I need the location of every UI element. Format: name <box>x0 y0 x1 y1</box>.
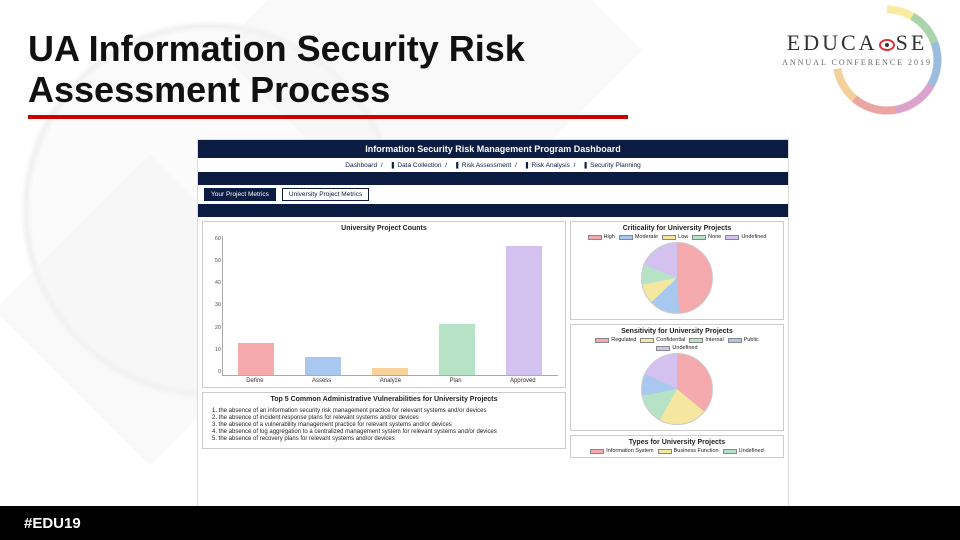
tab-your-metrics[interactable]: Your Project Metrics <box>204 188 276 201</box>
vuln-card: Top 5 Common Administrative Vulnerabilit… <box>202 392 566 449</box>
chart-types: Types for University Projects Informatio… <box>570 435 784 458</box>
list-item: the absence of recovery plans for releva… <box>212 436 556 442</box>
chart-criticality: Criticality for University Projects High… <box>570 221 784 320</box>
slide-title: UA Information Security Risk Assessment … <box>28 28 628 119</box>
list-item: the absence of an information security r… <box>212 408 556 414</box>
dashboard-screenshot: Information Security Risk Management Pro… <box>198 140 788 508</box>
breadcrumb[interactable]: Dashboard / ❚ Data Collection / ❚ Risk A… <box>198 158 788 172</box>
list-item: the absence of incident response plans f… <box>212 415 556 421</box>
tab-university-metrics[interactable]: University Project Metrics <box>282 188 369 201</box>
slide-footer: #EDU19 <box>0 506 960 540</box>
chart-sensitivity: Sensitivity for University Projects Regu… <box>570 324 784 431</box>
chart-project-counts: University Project Counts 60 50 40 30 20… <box>202 221 566 388</box>
list-item: the absence of log aggregation to a cent… <box>212 429 556 435</box>
educause-logo: EDUCASE ANNUAL CONFERENCE 2019 <box>782 30 932 67</box>
list-item: the absence of a vulnerability managemen… <box>212 422 556 428</box>
dashboard-header: Information Security Risk Management Pro… <box>198 140 788 158</box>
